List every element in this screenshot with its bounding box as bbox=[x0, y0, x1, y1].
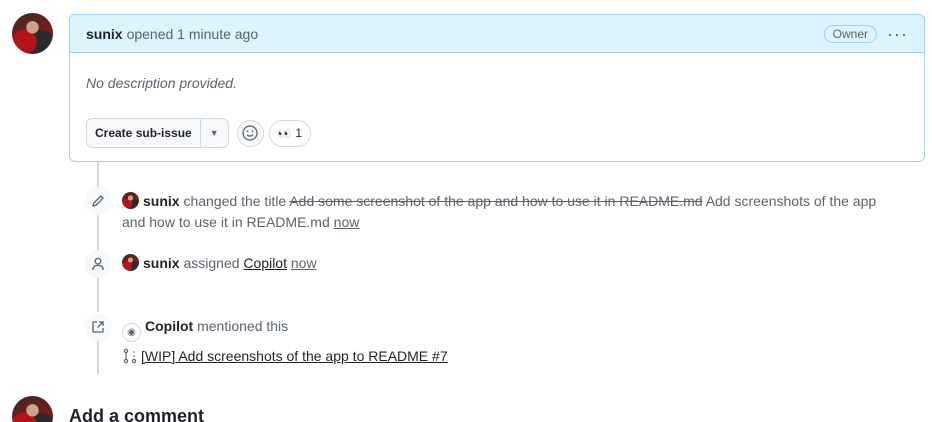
timeline-line bbox=[97, 276, 99, 312]
event-actor[interactable]: Copilot bbox=[145, 318, 193, 334]
add-reaction-button[interactable] bbox=[236, 119, 264, 147]
issue-comment: sunix opened 1 minute ago Owner ··· No d… bbox=[69, 14, 925, 162]
event-actor[interactable]: sunix bbox=[143, 193, 180, 209]
more-options-icon[interactable]: ··· bbox=[887, 25, 908, 43]
add-comment-heading: Add a comment bbox=[69, 406, 205, 422]
comment-actions: Create sub-issue ▼ 👀 1 bbox=[86, 118, 908, 148]
comment-body: No description provided. Create sub-issu… bbox=[70, 75, 924, 148]
old-title: Add some screenshot of the app and how t… bbox=[289, 193, 703, 209]
owner-badge: Owner bbox=[823, 24, 878, 43]
create-subissue-split-button: Create sub-issue ▼ bbox=[86, 118, 229, 148]
actor-avatar[interactable] bbox=[122, 254, 139, 271]
cross-reference-icon bbox=[84, 313, 112, 341]
copilot-icon[interactable]: ◉ bbox=[122, 323, 141, 342]
eyes-emoji-icon: 👀 bbox=[277, 127, 292, 140]
comment-description: No description provided. bbox=[86, 75, 237, 91]
current-user-avatar bbox=[12, 396, 53, 422]
timeline-line bbox=[97, 162, 99, 190]
event-verb: mentioned this bbox=[197, 318, 289, 334]
comment-header: sunix opened 1 minute ago Owner ··· bbox=[70, 15, 924, 53]
eyes-reaction-button[interactable]: 👀 1 bbox=[268, 119, 312, 147]
event-time[interactable]: now bbox=[334, 214, 360, 230]
create-subissue-button[interactable]: Create sub-issue bbox=[87, 119, 201, 147]
pencil-icon bbox=[84, 187, 112, 215]
mention-event: ◉ Copilot mentioned this bbox=[122, 316, 288, 342]
smiley-icon bbox=[242, 125, 258, 141]
assignee-link[interactable]: Copilot bbox=[243, 255, 287, 271]
reaction-count: 1 bbox=[295, 126, 303, 140]
person-icon bbox=[84, 250, 112, 278]
pr-link[interactable]: [WIP] Add screenshots of the app to READ… bbox=[141, 348, 448, 364]
event-verb: changed the title bbox=[183, 193, 287, 209]
git-pull-request-draft-icon bbox=[123, 348, 137, 364]
event-verb: assigned bbox=[183, 255, 240, 271]
author-avatar[interactable] bbox=[12, 13, 53, 54]
triangle-down-icon[interactable]: ▼ bbox=[201, 119, 228, 147]
timeline-line bbox=[97, 340, 99, 374]
event-actor[interactable]: sunix bbox=[143, 255, 180, 271]
comment-author[interactable]: sunix bbox=[86, 26, 123, 42]
actor-avatar[interactable] bbox=[122, 192, 139, 209]
mentioned-pr: [WIP] Add screenshots of the app to READ… bbox=[122, 346, 448, 367]
rename-event: sunix changed the title Add some screens… bbox=[122, 191, 902, 233]
timeline-line bbox=[97, 214, 99, 250]
assign-event: sunix assigned Copilot now bbox=[122, 253, 317, 274]
event-time[interactable]: now bbox=[291, 255, 317, 271]
comment-opened-time[interactable]: opened 1 minute ago bbox=[127, 26, 259, 42]
